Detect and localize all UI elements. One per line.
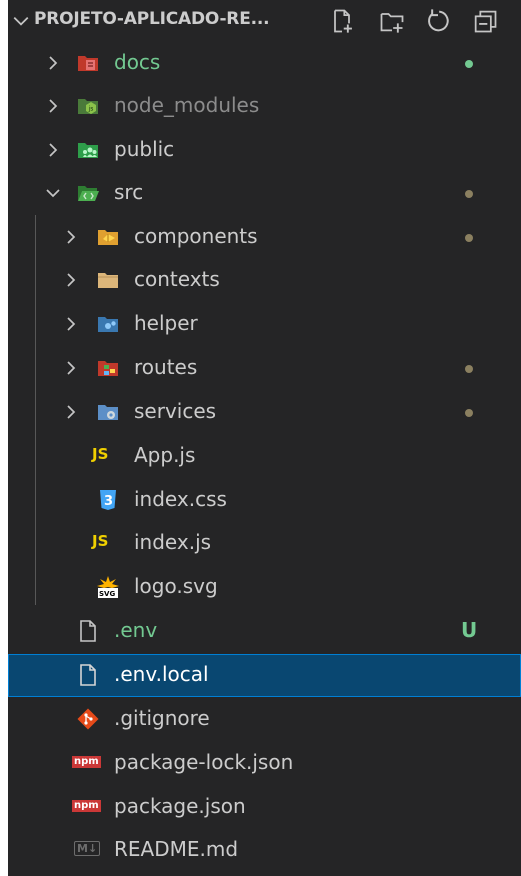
tree-item-label: services — [134, 399, 217, 423]
chevron-right-icon[interactable] — [63, 229, 79, 245]
tree-item-label: components — [134, 224, 258, 248]
tree-item-env[interactable]: .env U — [8, 610, 521, 653]
git-modified-dot — [465, 190, 473, 198]
chevron-down-icon[interactable] — [12, 12, 30, 30]
tree-item-label: public — [114, 137, 175, 161]
markdown-icon: M↓ — [74, 841, 101, 856]
js-file-icon: JS — [92, 445, 109, 463]
css-badge-text: 3 — [104, 494, 113, 509]
tree-item-label: helper — [134, 311, 198, 335]
folder-components-icon — [98, 230, 118, 245]
tree-item-label: .env — [114, 618, 158, 642]
css-file-icon: 3 — [100, 490, 116, 510]
folder-services-icon — [98, 405, 118, 420]
chevron-right-icon[interactable] — [45, 55, 61, 71]
chevron-right-icon[interactable] — [63, 272, 79, 288]
tree-item-src[interactable]: src — [8, 172, 521, 215]
tree-item-label: App.js — [134, 443, 196, 467]
tree-item-label: .gitignore — [114, 706, 210, 730]
git-modified-dot — [465, 409, 473, 417]
tree-item-env-local[interactable]: .env.local — [8, 654, 521, 697]
tree-item-label: logo.svg — [134, 574, 218, 598]
folder-public-icon — [78, 143, 98, 158]
file-icon — [80, 620, 96, 642]
folder-docs-icon — [78, 56, 98, 71]
npm-icon: npm — [72, 756, 101, 768]
explorer-panel: PROJETO-APLICADO-RE... docs js node_modu… — [8, 0, 521, 876]
tree-item-docs[interactable]: docs — [8, 42, 521, 85]
svg-badge-text: SVG — [99, 590, 115, 598]
tree-item-package-lock-json[interactable]: npm package-lock.json — [8, 742, 521, 785]
folder-icon — [98, 273, 118, 288]
chevron-right-icon[interactable] — [63, 360, 79, 376]
tree-item-services[interactable]: services — [8, 391, 521, 434]
js-file-icon: JS — [92, 532, 109, 550]
folder-src-open-icon — [78, 186, 99, 201]
git-modified-dot — [465, 60, 473, 68]
tree-item-helper[interactable]: helper — [8, 303, 521, 346]
git-untracked-badge: U — [461, 618, 478, 642]
folder-node-icon: js — [78, 99, 98, 114]
tree-item-logo-svg[interactable]: SVG logo.svg — [8, 566, 521, 609]
tree-item-label: index.js — [134, 530, 212, 554]
project-title[interactable]: PROJETO-APLICADO-RE... — [34, 9, 270, 29]
git-modified-dot — [465, 365, 473, 373]
tree-item-label: README.md — [114, 837, 239, 861]
folder-routes-icon — [98, 361, 118, 376]
tree-item-routes[interactable]: routes — [8, 347, 521, 390]
tree-item-public[interactable]: public — [8, 129, 521, 172]
explorer-header[interactable]: PROJETO-APLICADO-RE... — [8, 0, 521, 42]
tree-item-label: .env.local — [114, 662, 209, 686]
tree-item-label: package.json — [114, 794, 246, 818]
tree-item-contexts[interactable]: contexts — [8, 259, 521, 302]
git-modified-dot — [465, 234, 473, 242]
tree-item-label: routes — [134, 355, 198, 379]
tree-item-label: package-lock.json — [114, 750, 294, 774]
chevron-right-icon[interactable] — [45, 98, 61, 114]
tree-item-label: contexts — [134, 267, 220, 291]
folder-helper-icon — [98, 317, 118, 332]
new-file-icon[interactable] — [328, 7, 356, 35]
tree-item-label: index.css — [134, 487, 227, 511]
git-icon — [77, 708, 99, 730]
chevron-right-icon[interactable] — [63, 404, 79, 420]
chevron-down-icon[interactable] — [45, 185, 61, 201]
tree-item-gitignore[interactable]: .gitignore — [8, 698, 521, 741]
tree-item-index-js[interactable]: JS index.js — [8, 522, 521, 565]
svg-file-icon: SVG — [97, 576, 119, 598]
tree-item-label: docs — [114, 50, 161, 74]
refresh-icon[interactable] — [424, 7, 452, 35]
svg-text:js: js — [88, 106, 94, 113]
tree-item-node-modules[interactable]: js node_modules — [8, 85, 521, 128]
tree-item-label: node_modules — [114, 93, 260, 117]
npm-icon: npm — [72, 800, 101, 812]
new-folder-icon[interactable] — [378, 7, 406, 35]
tree-item-index-css[interactable]: 3 index.css — [8, 479, 521, 522]
tree-item-components[interactable]: components — [8, 216, 521, 259]
tree-item-app-js[interactable]: JS App.js — [8, 435, 521, 478]
tree-item-package-json[interactable]: npm package.json — [8, 786, 521, 829]
tree-item-readme-md[interactable]: M↓ README.md — [8, 829, 521, 872]
file-icon — [80, 664, 96, 686]
chevron-right-icon[interactable] — [45, 142, 61, 158]
tree-item-label: src — [114, 180, 144, 204]
collapse-all-icon[interactable] — [471, 7, 499, 35]
chevron-right-icon[interactable] — [63, 316, 79, 332]
